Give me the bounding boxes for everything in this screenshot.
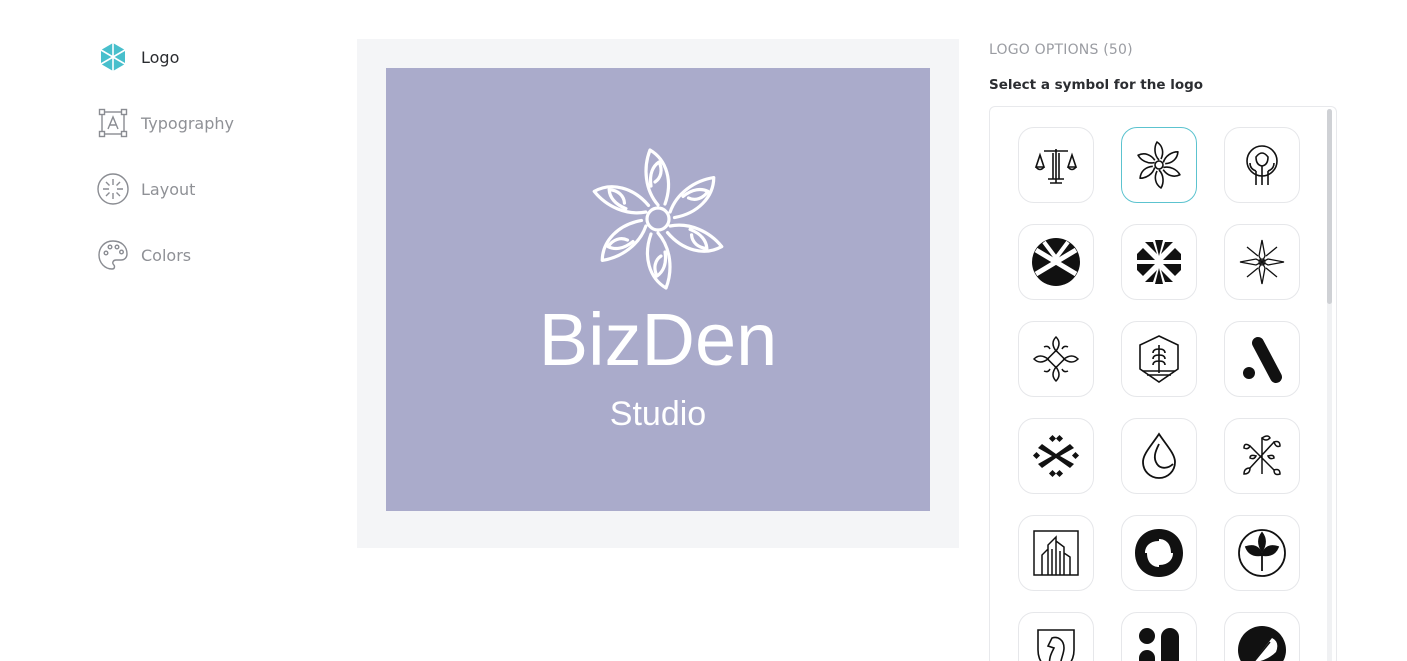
scales-of-justice-icon [1034, 149, 1078, 184]
logo-editor: Logo Typography Layout Colors BizDen Stu… [0, 0, 1407, 661]
symbol-option[interactable] [1018, 515, 1094, 591]
symbol-option[interactable] [1121, 418, 1197, 494]
palette-icon [96, 238, 130, 272]
aperture-swirl-icon [1135, 529, 1183, 577]
outline-star-flower-icon [1239, 239, 1285, 285]
symbol-option[interactable] [1018, 224, 1094, 300]
water-drop-icon [1142, 432, 1176, 479]
leafy-branch-icon [1243, 435, 1281, 476]
symbol-option[interactable] [1121, 515, 1197, 591]
symbol-option[interactable] [1018, 127, 1094, 203]
brand-tagline: Studio [609, 395, 707, 433]
scrollbar-thumb[interactable] [1327, 109, 1332, 304]
symbol-option[interactable] [1224, 515, 1300, 591]
dotted-x-icon [1032, 434, 1080, 478]
logo-hexagon-icon [96, 40, 130, 74]
building-frame-icon [1033, 530, 1079, 576]
symbol-option[interactable] [1224, 418, 1300, 494]
feather-circle-icon [1238, 626, 1286, 661]
nav-item-colors[interactable]: Colors [96, 236, 316, 274]
symbol-option[interactable] [1121, 612, 1197, 661]
symbol-option[interactable] [1224, 224, 1300, 300]
crossed-circle-icon [1032, 238, 1080, 286]
logo-preview-canvas: BizDen Studio [386, 68, 930, 511]
four-leaf-ornament-icon [1032, 335, 1080, 383]
leaf-circle-icon [1238, 529, 1286, 577]
symbol-option[interactable] [1018, 321, 1094, 397]
symbol-grid-container [989, 106, 1337, 661]
symbol-grid-scrollbar[interactable] [1327, 109, 1332, 661]
rose-in-circle-icon [1246, 145, 1278, 185]
symbol-option[interactable] [1121, 321, 1197, 397]
nav-item-typography[interactable]: Typography [96, 104, 316, 142]
wheat-hexagon-icon [1139, 335, 1179, 383]
brand-name: BizDen [538, 298, 778, 381]
nav-label: Logo [141, 47, 180, 67]
symbol-option-selected[interactable] [1121, 127, 1197, 203]
nav-item-logo[interactable]: Logo [96, 38, 316, 76]
typography-icon [96, 106, 130, 140]
symbol-grid [1018, 127, 1300, 661]
symbol-option[interactable] [1018, 612, 1094, 661]
layout-icon [96, 172, 130, 206]
nav-label: Colors [141, 245, 192, 265]
flower-swirl-icon [590, 148, 726, 290]
abstract-a-icon [1243, 337, 1282, 383]
logo-options-subheading: Select a symbol for the logo [989, 77, 1204, 93]
nav-item-layout[interactable]: Layout [96, 170, 316, 208]
symbol-option[interactable] [1224, 612, 1300, 661]
horse-shield-icon [1037, 629, 1075, 661]
symbol-option[interactable] [1224, 127, 1300, 203]
flower-swirl-icon [1136, 141, 1182, 189]
nav-label: Typography [141, 113, 234, 133]
logo-preview-frame: BizDen Studio [357, 39, 959, 548]
logo-options-heading: LOGO OPTIONS (50) [989, 42, 1133, 58]
symbol-option[interactable] [1224, 321, 1300, 397]
dot-pillar-icon [1139, 628, 1179, 661]
nav-label: Layout [141, 179, 196, 199]
geometric-snowflake-icon [1137, 240, 1181, 284]
symbol-option[interactable] [1018, 418, 1094, 494]
sidebar-nav: Logo Typography Layout Colors [96, 38, 316, 302]
symbol-option[interactable] [1121, 224, 1197, 300]
